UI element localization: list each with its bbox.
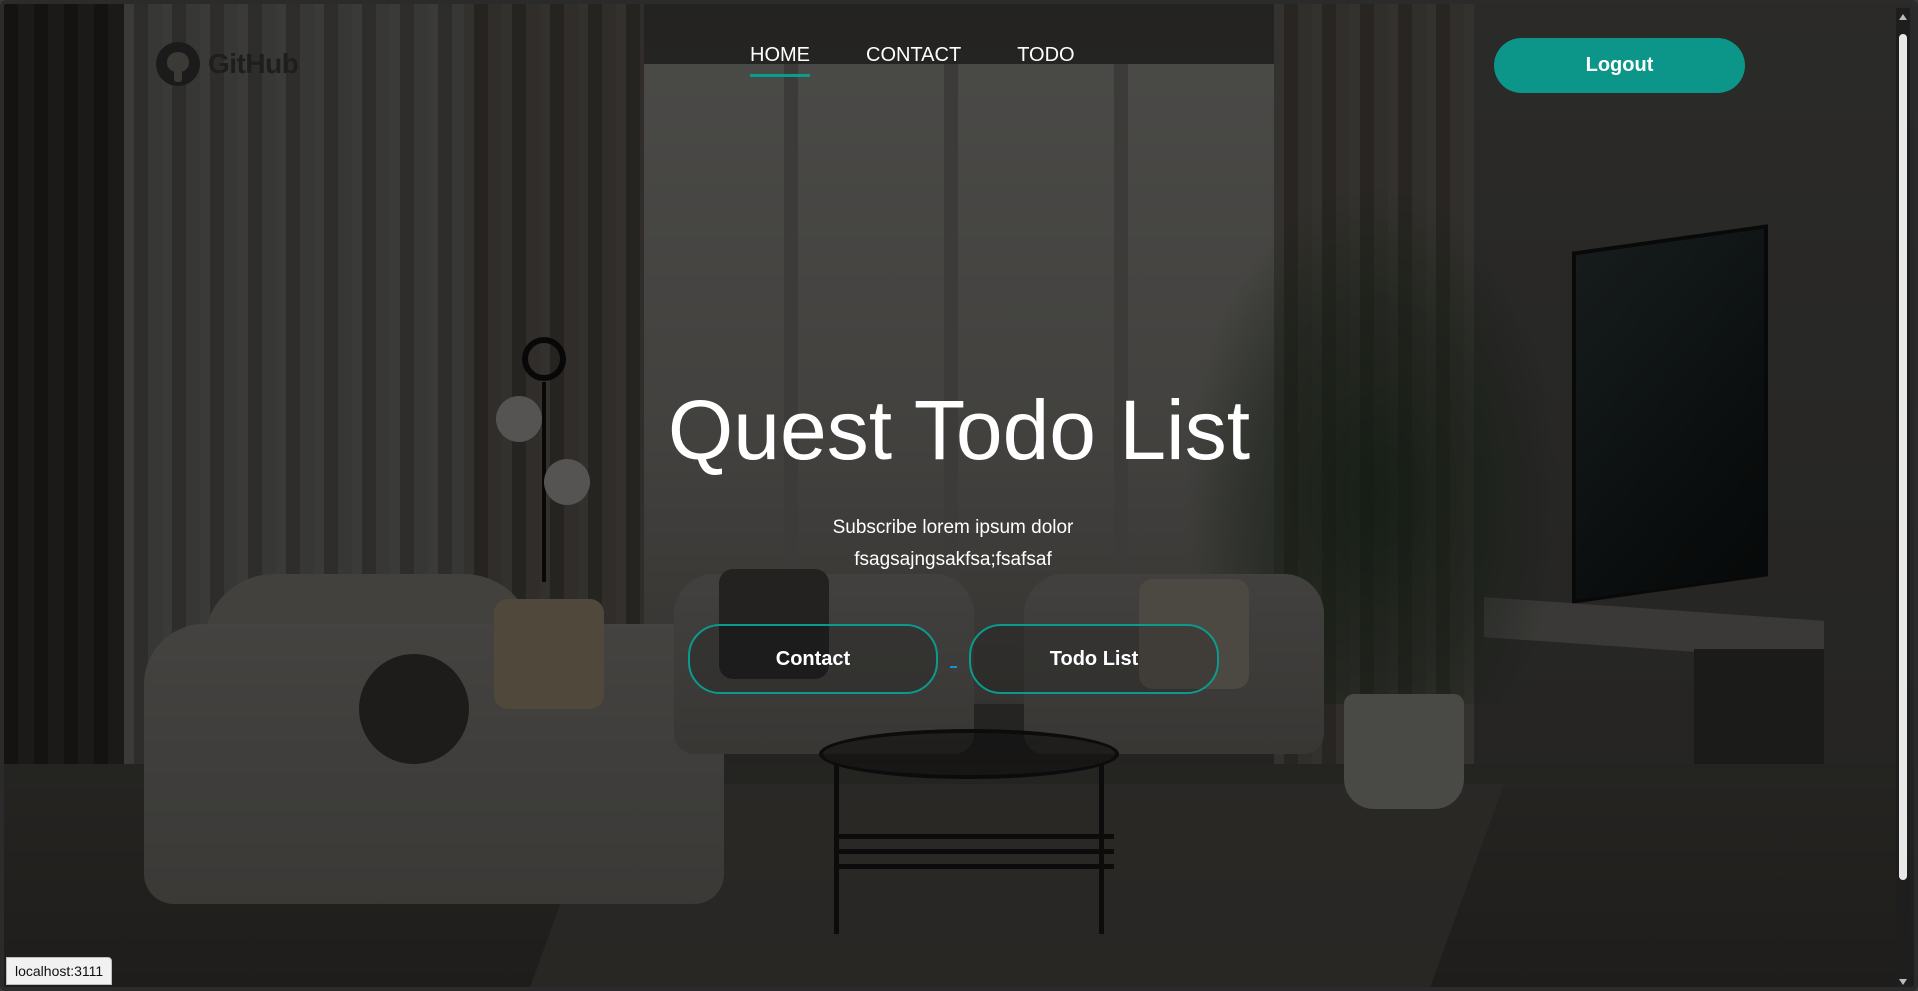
scroll-up-icon[interactable] (1899, 14, 1907, 20)
contact-button[interactable]: Contact (688, 624, 938, 694)
todo-list-button[interactable]: Todo List (969, 624, 1219, 694)
main-nav: HOME CONTACT TODO (750, 44, 1075, 77)
hero-background-image (4, 4, 1914, 987)
status-bar-url: localhost:3111 (6, 957, 113, 985)
github-icon (156, 42, 200, 86)
logout-button[interactable]: Logout (1494, 38, 1745, 93)
nav-todo[interactable]: TODO (1017, 44, 1074, 77)
nav-home[interactable]: HOME (750, 44, 810, 77)
logo-text: GitHub (208, 48, 299, 79)
button-separator (950, 666, 957, 668)
hero-subtitle: Subscribe lorem ipsum dolor fsagsajngsak… (4, 512, 1902, 576)
scrollbar-thumb[interactable] (1899, 34, 1907, 880)
scroll-down-icon[interactable] (1899, 979, 1907, 985)
browser-viewport: GitHub HOME CONTACT TODO Logout Quest To… (0, 0, 1918, 991)
hero-title: Quest Todo List (667, 383, 1251, 477)
nav-contact[interactable]: CONTACT (866, 44, 961, 77)
hero-subtitle-line-1: Subscribe lorem ipsum dolor (832, 517, 1074, 538)
vertical-scrollbar[interactable] (1896, 8, 1910, 987)
github-logo-link[interactable]: GitHub (156, 42, 299, 86)
hero-subtitle-line-2: fsagsajngsakfsa;fsafsaf (854, 549, 1052, 570)
